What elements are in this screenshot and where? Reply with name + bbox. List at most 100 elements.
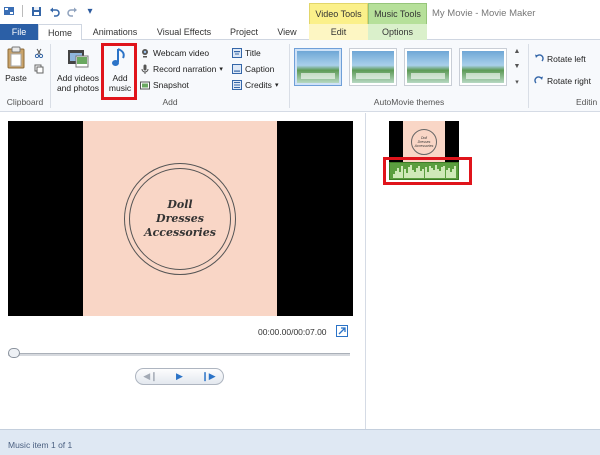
paste-button[interactable]: Paste <box>4 46 28 83</box>
theme-gallery-scroll[interactable]: ▲ ▼ ▾ <box>512 48 522 86</box>
play-icon[interactable]: ▶ <box>170 371 190 382</box>
qat-separator <box>22 5 23 17</box>
playback-time: 00:00.00/00:07.00 <box>258 327 327 337</box>
record-narration-dropdown-icon[interactable]: ▾ <box>219 65 223 73</box>
title-bar: ▾ Video Tools Music Tools My Movie - Mov… <box>0 0 600 24</box>
rotate-left-icon <box>535 53 544 61</box>
theme-thumbnail-4[interactable] <box>459 48 507 86</box>
rotate-left-label: Rotate left <box>547 53 586 64</box>
snapshot-label: Snapshot <box>153 79 189 90</box>
scroll-up-icon[interactable]: ▲ <box>514 48 521 55</box>
microphone-icon <box>141 64 149 74</box>
music-tools-context-tab: Music Tools <box>368 3 427 24</box>
scroll-down-icon[interactable]: ▼ <box>514 63 521 70</box>
paste-label: Paste <box>5 73 27 83</box>
paste-icon <box>7 46 25 69</box>
theme-thumbnail-1[interactable] <box>294 48 342 86</box>
logo-ring: Doll Dresses Accessories <box>124 162 236 275</box>
logo-text-line2: Dresses <box>156 211 204 225</box>
scissors-icon <box>34 48 44 58</box>
preview-title-card: Doll Dresses Accessories <box>83 121 277 316</box>
playback-controls: ◀❙ ▶ ❙▶ <box>135 368 224 385</box>
status-bar: Music item 1 of 1 <box>0 429 600 455</box>
group-separator <box>50 44 51 108</box>
title-button[interactable]: Title <box>232 46 261 59</box>
storyboard-logo-ring: Doll Dresses Accessories <box>411 128 437 155</box>
caption-label: Caption <box>245 63 275 74</box>
copy-button[interactable] <box>34 62 44 75</box>
tab-home[interactable]: Home <box>38 24 82 41</box>
tab-edit[interactable]: Edit <box>309 24 368 40</box>
redo-icon[interactable] <box>65 4 79 18</box>
film-photo-icon <box>68 50 89 68</box>
pane-divider[interactable] <box>365 113 366 429</box>
theme-thumbnail-3[interactable] <box>404 48 452 86</box>
video-tools-context-tab: Video Tools <box>309 3 368 24</box>
snapshot-button[interactable]: Snapshot <box>140 78 189 91</box>
dropdown-icon[interactable]: ▾ <box>83 4 97 18</box>
webcam-video-label: Webcam video <box>153 47 210 58</box>
logo-ring-inner: Doll Dresses Accessories <box>129 167 231 270</box>
theme-preview-image <box>352 51 394 83</box>
save-icon[interactable] <box>29 4 43 18</box>
record-narration-button[interactable]: Record narration ▾ <box>140 62 223 75</box>
group-separator <box>289 44 290 108</box>
tab-options[interactable]: Options <box>368 24 427 40</box>
cut-button[interactable] <box>34 46 44 59</box>
automovie-themes-group-label: AutoMovie themes <box>373 97 445 107</box>
credits-icon <box>232 79 242 90</box>
snapshot-icon <box>140 81 150 89</box>
credits-label: Credits <box>245 79 272 90</box>
caption-button[interactable]: Caption <box>232 62 274 75</box>
gallery-more-icon[interactable]: ▾ <box>515 78 519 86</box>
fullscreen-icon[interactable] <box>336 325 348 337</box>
title-label: Title <box>245 47 261 58</box>
credits-dropdown-icon[interactable]: ▾ <box>275 81 279 89</box>
rotate-right-button[interactable]: Rotate right <box>534 74 591 87</box>
tab-project[interactable]: Project <box>222 24 266 40</box>
seek-handle[interactable] <box>8 348 20 358</box>
theme-preview-image <box>407 51 449 83</box>
seek-bar[interactable] <box>8 353 350 356</box>
rotate-right-icon <box>534 75 543 83</box>
theme-preview-image <box>462 51 504 83</box>
add-videos-and-photos-button[interactable]: Add videos and photos <box>56 46 100 93</box>
webcam-icon <box>142 48 148 57</box>
tab-animations[interactable]: Animations <box>84 24 146 40</box>
previous-frame-icon[interactable]: ◀❙ <box>141 371 161 382</box>
window-title: My Movie - Movie Maker <box>432 8 536 19</box>
tab-view[interactable]: View <box>268 24 306 40</box>
theme-preview-image <box>297 51 339 83</box>
clipboard-group-label: Clipboard <box>6 97 44 107</box>
theme-thumbnail-2[interactable] <box>349 48 397 86</box>
add-music-highlight <box>101 43 137 100</box>
next-frame-icon[interactable]: ❙▶ <box>199 371 219 382</box>
rotate-left-button[interactable]: Rotate left <box>534 52 586 65</box>
ribbon: Paste Clipboard Add videos and photos Ad… <box>0 40 600 112</box>
storyboard-text-line3: Accessories <box>414 143 434 148</box>
status-text: Music item 1 of 1 <box>8 440 73 450</box>
add-videos-label-line1: Add videos <box>56 73 100 83</box>
group-separator <box>528 44 529 108</box>
quick-access-toolbar: ▾ <box>2 4 97 18</box>
copy-icon <box>34 64 44 73</box>
add-videos-label-line2: and photos <box>56 83 100 93</box>
logo-text-line1: Doll <box>167 197 193 211</box>
caption-icon <box>232 63 242 74</box>
video-preview[interactable]: Doll Dresses Accessories <box>8 121 353 316</box>
tab-visual-effects[interactable]: Visual Effects <box>148 24 220 40</box>
title-icon <box>232 47 242 58</box>
undo-icon[interactable] <box>47 4 61 18</box>
logo-text-line3: Accessories <box>144 225 216 239</box>
rotate-right-label: Rotate right <box>547 75 591 86</box>
add-group-label: Add <box>162 97 178 107</box>
webcam-video-button[interactable]: Webcam video <box>140 46 209 59</box>
record-narration-label: Record narration <box>153 63 217 74</box>
app-icon[interactable] <box>2 4 16 18</box>
storyboard-video-clip[interactable]: Doll Dresses Accessories <box>389 121 459 162</box>
credits-button[interactable]: Credits ▾ <box>232 78 278 91</box>
ribbon-tab-row: File Home Animations Visual Effects Proj… <box>0 24 600 41</box>
music-clip-highlight <box>383 157 472 185</box>
tab-file[interactable]: File <box>0 24 38 40</box>
editing-group-label: Editin <box>576 97 598 107</box>
